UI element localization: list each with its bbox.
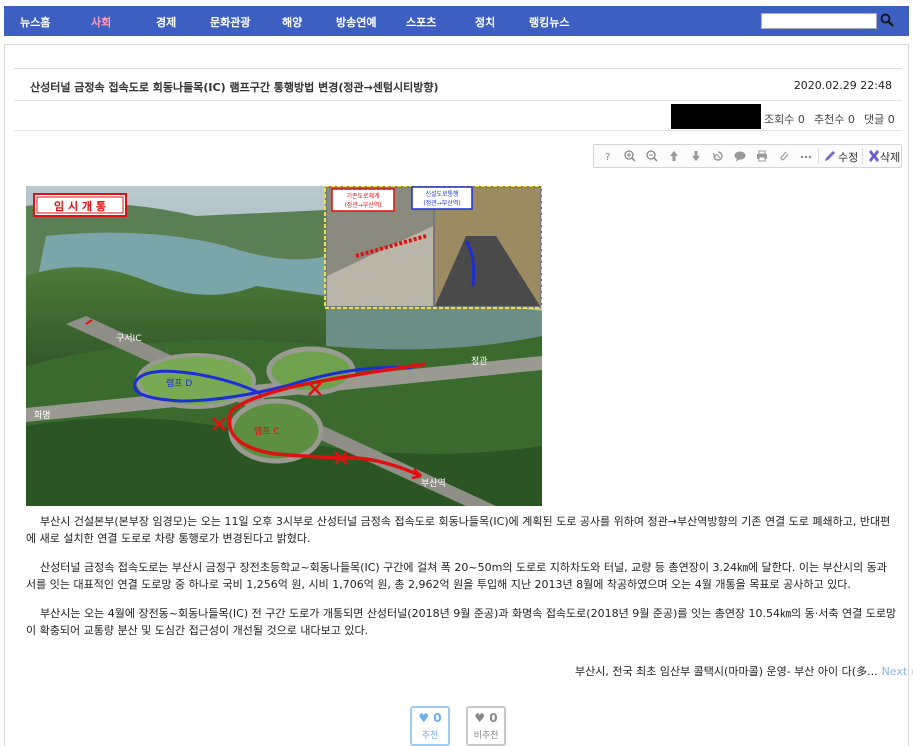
print-icon[interactable] [754,148,770,164]
delete-button[interactable]: 삭제 [880,149,900,165]
nav-item-news-home[interactable]: 뉴스홈 [20,14,50,30]
nav-item-entertainment[interactable]: 방송연예 [336,14,376,30]
not-recommend-button[interactable]: ♥ 0 비추천 [466,706,506,746]
attach-icon[interactable] [776,148,792,164]
recommend-count: 추천수 0 [814,113,855,126]
nav-item-economy[interactable]: 경제 [156,14,176,30]
svg-text:?: ? [605,152,610,163]
toolbar-divider [862,148,863,164]
search-input[interactable] [761,13,877,29]
top-navigation: 뉴스홈 사회 경제 문화관광 해양 방송연예 스포츠 정치 랭킹뉴스 [4,6,909,36]
recommend-button[interactable]: ♥ 0 추천 [410,706,450,746]
next-article-title[interactable]: 부산시, 전국 최초 임산부 콜택시(마마콜) 운영- 부산 아이 다(多... [575,665,878,678]
article-header: 산성터널 금정속 접속도로 회동나들목(IC) 램프구간 통행방법 변경(정관→… [14,68,902,101]
label-ramp-c: 램프 C [254,425,280,437]
recommend-vote: ♥ 0 [418,711,442,725]
photo-badge: 임 시 개 통 [54,199,106,213]
nav-item-politics[interactable]: 정치 [475,14,495,30]
not-recommend-vote: ♥ 0 [474,711,498,725]
nav-item-culture-tourism[interactable]: 문화관광 [210,14,250,30]
label-busan: 부산역 [421,478,446,489]
arrow-up-icon[interactable] [666,148,682,164]
next-label[interactable]: Next › [882,665,913,678]
nav-item-sports[interactable]: 스포츠 [406,14,436,30]
nav-item-ocean[interactable]: 해양 [282,14,302,30]
article-date: 2020.02.29 22:48 [793,79,892,92]
zoom-in-icon[interactable] [622,148,638,164]
author-name-redacted [671,104,761,129]
comment-icon[interactable] [732,148,748,164]
recommend-vote-label: 추천 [421,731,439,741]
zoom-out-icon[interactable] [644,148,660,164]
not-recommend-vote-label: 비추천 [473,731,499,741]
inset-left-sub: (정관→부산역) [344,201,381,209]
article-toolbar: ? 수정 삭제 [593,144,902,168]
article-photo: 임 시 개 통 기존도로체계 (정관→부산역) 신설도로통행 (정관→부산역) … [26,186,542,506]
inset-right-sub: (정관→부산역) [423,199,460,207]
label-hwamyeong: 화명 [34,410,51,421]
view-count: 조회수 0 [764,113,805,126]
help-icon[interactable]: ? [600,148,616,164]
more-icon[interactable] [798,148,814,164]
recommend-vote-count: 0 [433,711,442,725]
search-icon[interactable] [880,13,894,27]
article-meta: 조회수 0 추천수 0 댓글 0 [14,103,902,131]
nav-item-society[interactable]: 사회 [91,14,111,30]
label-jeonggwan: 정관 [471,356,488,367]
body-paragraph-3: 부산시는 오는 4월에 장전동~회동나들목(IC) 전 구간 도로가 개통되면 … [26,607,897,637]
body-paragraph-1: 부산시 건설본부(본부장 임경모)는 오는 11일 오후 3시부로 산성터널 금… [26,515,891,545]
arrow-down-icon[interactable] [688,148,704,164]
body-paragraph-2: 산성터널 금정속 접속도로는 부산시 금정구 장전초등학교~회동나들목(IC) … [26,561,891,591]
next-article-link[interactable]: 부산시, 전국 최초 임산부 콜택시(마마콜) 운영- 부산 아이 다(多...… [575,663,913,679]
toolbar-divider [818,148,819,164]
inset-left-title: 기존도로체계 [346,192,379,200]
comment-count: 댓글 0 [864,113,895,126]
history-icon[interactable] [710,148,726,164]
nav-item-ranking-news[interactable]: 랭킹뉴스 [529,14,569,30]
label-ramp-d: 램프 D [166,377,192,389]
edit-button[interactable]: 수정 [838,149,858,165]
edit-icon[interactable] [822,148,838,164]
article-title: 산성터널 금정속 접속도로 회동나들목(IC) 램프구간 통행방법 변경(정관→… [30,81,439,94]
not-recommend-vote-count: 0 [489,711,498,725]
label-gusei-ic: 구서IC [116,333,142,344]
inset-right-title: 신설도로통행 [425,190,458,198]
